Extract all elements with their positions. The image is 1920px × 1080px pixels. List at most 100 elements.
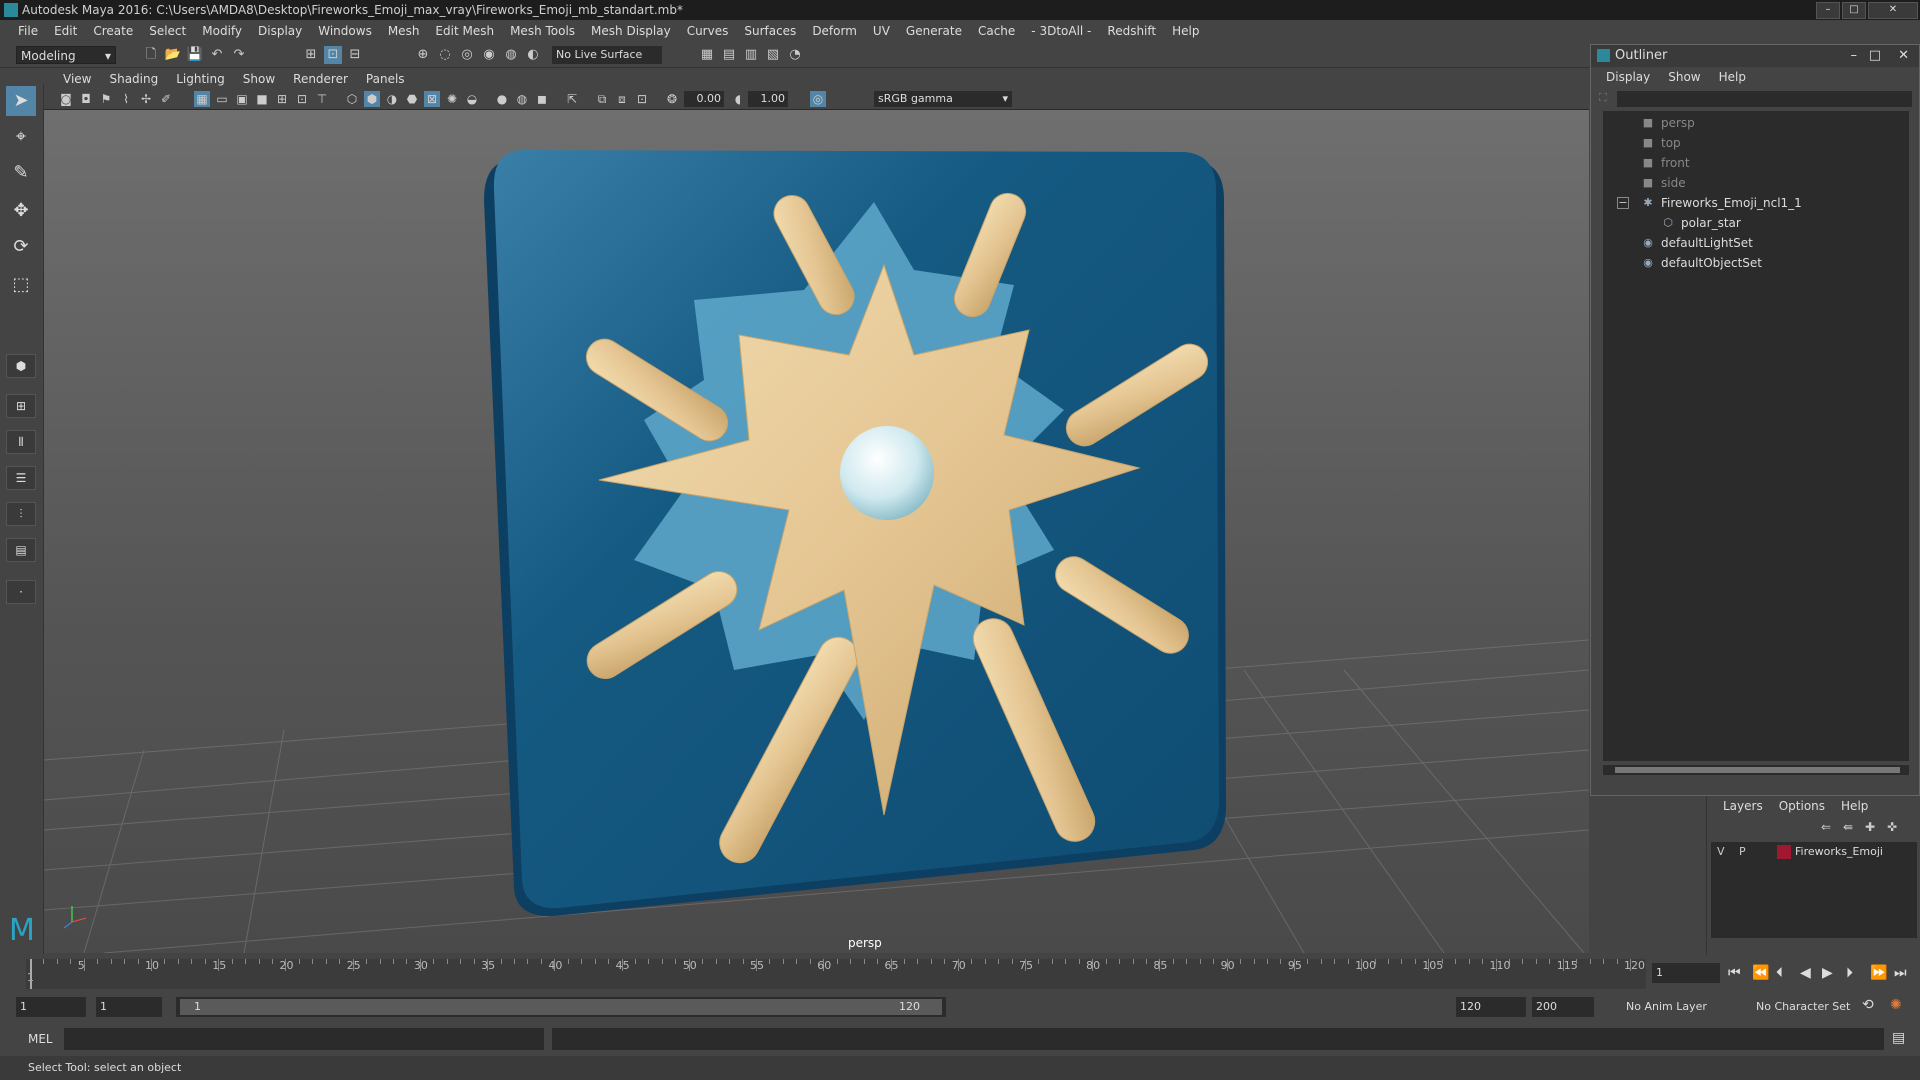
shadows-icon[interactable]: ◒ [464,91,480,107]
hypershade-icon[interactable]: ▧ [764,46,782,64]
gamma-field[interactable]: 1.00 [748,91,788,107]
new-scene-icon[interactable]: 🗋 [142,46,160,64]
two-pane-layout-icon[interactable]: ⫴ [6,430,36,454]
live-surface-field[interactable]: No Live Surface [552,46,662,64]
move-tool-icon[interactable]: ✥ [6,196,36,226]
redo-icon[interactable]: ↷ [230,46,248,64]
grid-icon[interactable]: ▦ [194,91,210,107]
outliner-menu-show[interactable]: Show [1659,67,1709,87]
current-frame-field[interactable]: 1 [1652,963,1720,983]
panel-menu-show[interactable]: Show [234,70,284,88]
bookmark-icon[interactable]: ⚑ [98,91,114,107]
layer-row[interactable]: V P Fireworks_Emoji [1711,842,1917,862]
grease-pencil-icon[interactable]: ✐ [158,91,174,107]
snap-curve-icon[interactable]: ◌ [436,46,454,64]
auto-key-icon[interactable]: ⟲ [1862,997,1874,1013]
outliner-menu-help[interactable]: Help [1710,67,1755,87]
step-back-icon[interactable]: ⏪ [1752,965,1769,981]
layer-menu-help[interactable]: Help [1833,796,1876,816]
textured-icon[interactable]: ⊠ [424,91,440,107]
layer-playback-toggle[interactable]: P [1739,845,1746,858]
menu-select[interactable]: Select [141,20,194,42]
view-transform-select[interactable]: sRGB gamma ▾ [874,91,1012,107]
minimize-icon[interactable]: – [1816,2,1840,19]
go-to-end-icon[interactable]: ⏭ [1894,965,1907,981]
menu-redshift[interactable]: Redshift [1099,20,1164,42]
motion-blur-icon[interactable]: ◍ [514,91,530,107]
graph-layout-icon[interactable]: ⫶ [6,502,36,526]
menu-cache[interactable]: Cache [970,20,1023,42]
menu-deform[interactable]: Deform [804,20,865,42]
panel-menu-panels[interactable]: Panels [357,70,414,88]
open-scene-icon[interactable]: 📂 [164,46,182,64]
script-editor-icon[interactable]: ▤ [1892,1030,1905,1046]
select-object-icon[interactable]: ⊡ [324,46,342,64]
new-layer-icon[interactable]: ✚ [1865,820,1875,834]
screen-space-ao-icon[interactable]: ● [494,91,510,107]
menu-edit-mesh[interactable]: Edit Mesh [427,20,502,42]
use-lights-icon[interactable]: ✺ [444,91,460,107]
snap-view-icon[interactable]: ◉ [480,46,498,64]
close-icon[interactable]: ✕ [1868,2,1918,19]
layer-color-swatch[interactable] [1777,845,1791,859]
field-chart-icon[interactable]: ⊞ [274,91,290,107]
maximize-icon[interactable]: □ [1869,45,1881,67]
menu-create[interactable]: Create [85,20,141,42]
more-layouts-icon[interactable]: · [6,580,36,604]
step-forward-icon[interactable]: ⏩ [1870,965,1887,981]
lasso-tool-icon[interactable]: ⌖ [6,122,36,152]
xray-components-icon[interactable]: ⊡ [634,91,650,107]
smooth-shade-icon[interactable]: ⬢ [364,91,380,107]
xray-joints-icon[interactable]: ⧈ [614,91,630,107]
outliner-layout-icon[interactable]: ☰ [6,466,36,490]
outliner-item[interactable]: ◉ defaultObjectSet [1603,253,1909,273]
menu-uv[interactable]: UV [865,20,898,42]
color-management-icon[interactable]: ◎ [810,91,826,107]
time-ruler[interactable]: 1510152025303540455055606570758085909510… [26,959,1646,989]
menu-mesh[interactable]: Mesh [380,20,428,42]
layer-visibility-toggle[interactable]: V [1717,845,1725,858]
play-backwards-icon[interactable]: ◀ [1800,965,1811,981]
mode-select[interactable]: Modeling ▾ [16,46,116,64]
four-pane-layout-icon[interactable]: ⊞ [6,394,36,418]
play-forward-icon[interactable]: ▶ [1822,965,1833,981]
render-settings-icon[interactable]: ▥ [742,46,760,64]
gamma-icon[interactable]: ◖ [730,91,746,107]
layer-name[interactable]: Fireworks_Emoji [1795,845,1883,858]
scale-tool-icon[interactable]: ⬚ [6,270,36,300]
menu-3dtoall[interactable]: - 3DtoAll - [1023,20,1099,42]
menu-curves[interactable]: Curves [679,20,737,42]
menu-mesh-tools[interactable]: Mesh Tools [502,20,583,42]
outliner-item[interactable]: ■ top [1603,133,1909,153]
render-frame-icon[interactable]: ▦ [698,46,716,64]
close-icon[interactable]: ✕ [1898,45,1909,67]
select-hierarchy-icon[interactable]: ⊞ [302,46,320,64]
hypershade-layout-icon[interactable]: ▤ [6,538,36,562]
panel-menu-lighting[interactable]: Lighting [167,70,234,88]
animation-end-field[interactable]: 200 [1532,997,1594,1017]
gate-mask-icon[interactable]: ■ [254,91,270,107]
panel-menu-shading[interactable]: Shading [100,70,167,88]
exposure-field[interactable]: 0.00 [684,91,724,107]
current-time-indicator[interactable] [30,959,32,989]
exposure-icon[interactable]: ❂ [664,91,680,107]
outliner-search-input[interactable] [1617,91,1912,107]
time-slider[interactable]: 1510152025303540455055606570758085909510… [0,955,1920,993]
layer-menu-layers[interactable]: Layers [1715,796,1771,816]
go-to-start-icon[interactable]: ⏮ [1728,965,1741,981]
camera-select-icon[interactable]: ◙ [58,91,74,107]
layer-up-icon[interactable]: ⇐ [1821,820,1831,834]
preferences-icon[interactable]: ✺ [1890,997,1902,1013]
default-material-icon[interactable]: ◑ [384,91,400,107]
snap-grid-icon[interactable]: ⊕ [414,46,432,64]
camera-attr-icon[interactable]: ◘ [78,91,94,107]
outliner-hscrollbar[interactable] [1603,765,1909,775]
range-bar[interactable]: 1 120 [176,997,946,1017]
select-tool-icon[interactable]: ➤ [6,86,36,116]
filter-icon[interactable]: ⛶ [1599,91,1613,105]
undo-icon[interactable]: ↶ [208,46,226,64]
save-scene-icon[interactable]: 💾 [186,46,204,64]
outliner-item[interactable]: − ✱ Fireworks_Emoji_ncl1_1 [1603,193,1909,213]
menu-edit[interactable]: Edit [46,20,85,42]
character-set-select[interactable]: No Character Set [1752,997,1872,1017]
